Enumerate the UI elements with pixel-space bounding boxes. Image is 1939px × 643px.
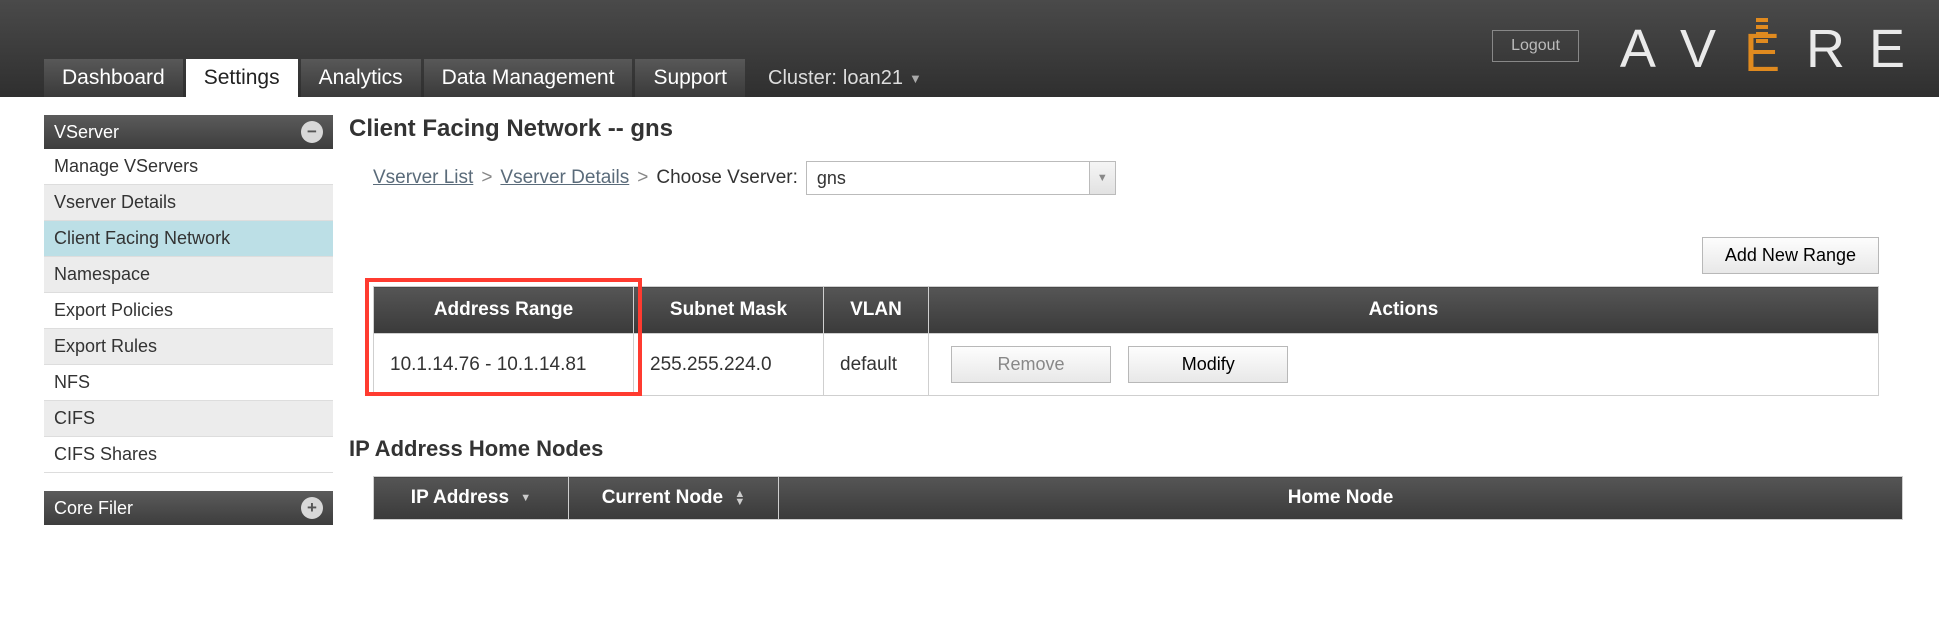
choose-vserver-label: Choose Vserver: bbox=[656, 167, 798, 189]
expand-icon: + bbox=[301, 497, 323, 519]
breadcrumb: Vserver List > Vserver Details > Choose … bbox=[373, 161, 1879, 195]
brand-letter-v: V bbox=[1680, 18, 1718, 80]
page-title: Client Facing Network -- gns bbox=[349, 115, 1879, 143]
tab-data-management[interactable]: Data Management bbox=[424, 59, 633, 97]
col-home-node[interactable]: Home Node bbox=[779, 477, 1903, 520]
modify-button[interactable]: Modify bbox=[1128, 346, 1288, 383]
sidebar-item-namespace[interactable]: Namespace bbox=[44, 257, 333, 293]
cluster-label-text: Cluster: bbox=[768, 67, 837, 90]
col-actions: Actions bbox=[929, 287, 1879, 334]
chevron-down-icon: ▼ bbox=[1089, 162, 1115, 194]
sidebar-item-cifs-shares[interactable]: CIFS Shares bbox=[44, 437, 333, 473]
tab-dashboard[interactable]: Dashboard bbox=[44, 59, 183, 97]
address-range-section: Address Range Subnet Mask VLAN Actions 1… bbox=[373, 286, 1879, 396]
brand-letter-e-mid: E bbox=[1740, 18, 1784, 80]
ip-home-nodes-table: IP Address ▼ Current Node ▲▼ Home Node bbox=[373, 476, 1903, 520]
col-ip-address[interactable]: IP Address ▼ bbox=[374, 477, 569, 520]
cluster-name: loan21 bbox=[843, 67, 903, 90]
header-bar: Logout A V E R E Dashboard Settings Anal… bbox=[0, 0, 1939, 97]
ip-home-nodes-title: IP Address Home Nodes bbox=[349, 436, 1879, 462]
tab-support[interactable]: Support bbox=[635, 59, 745, 97]
sidebar-item-export-policies[interactable]: Export Policies bbox=[44, 293, 333, 329]
col-subnet-mask: Subnet Mask bbox=[634, 287, 824, 334]
sidebar-item-manage-vservers[interactable]: Manage VServers bbox=[44, 149, 333, 185]
breadcrumb-vserver-list[interactable]: Vserver List bbox=[373, 167, 473, 189]
brand-logo: A V E R E bbox=[1620, 18, 1907, 80]
sidebar-group-core-filer[interactable]: Core Filer + bbox=[44, 491, 333, 525]
chevron-down-icon: ▼ bbox=[909, 71, 922, 86]
cell-address-range: 10.1.14.76 - 10.1.14.81 bbox=[374, 334, 634, 396]
content: VServer − Manage VServers Vserver Detail… bbox=[0, 97, 1939, 525]
col-vlan: VLAN bbox=[824, 287, 929, 334]
cell-subnet-mask: 255.255.224.0 bbox=[634, 334, 824, 396]
sidebar-item-nfs[interactable]: NFS bbox=[44, 365, 333, 401]
sort-icon: ▼ bbox=[520, 494, 531, 502]
vserver-select-value: gns bbox=[817, 168, 846, 189]
col-current-node[interactable]: Current Node ▲▼ bbox=[569, 477, 779, 520]
cluster-selector[interactable]: Cluster: loan21 ▼ bbox=[768, 60, 922, 97]
collapse-icon: − bbox=[301, 121, 323, 143]
cell-actions: Remove Modify bbox=[929, 334, 1879, 396]
sidebar-item-vserver-details[interactable]: Vserver Details bbox=[44, 185, 333, 221]
sort-icon: ▲▼ bbox=[734, 490, 745, 506]
sidebar-group-label: Core Filer bbox=[54, 498, 133, 519]
logout-button[interactable]: Logout bbox=[1492, 30, 1579, 62]
add-new-range-button[interactable]: Add New Range bbox=[1702, 237, 1879, 274]
table-row: 10.1.14.76 - 10.1.14.81 255.255.224.0 de… bbox=[374, 334, 1879, 396]
address-range-table: Address Range Subnet Mask VLAN Actions 1… bbox=[373, 286, 1879, 396]
main-panel: Client Facing Network -- gns Vserver Lis… bbox=[333, 97, 1939, 525]
brand-letter-e: E bbox=[1869, 18, 1907, 80]
breadcrumb-sep: > bbox=[637, 167, 648, 189]
sidebar-group-label: VServer bbox=[54, 122, 119, 143]
sidebar-item-client-facing-network[interactable]: Client Facing Network bbox=[44, 221, 333, 257]
sidebar-item-cifs[interactable]: CIFS bbox=[44, 401, 333, 437]
sidebar-group-vserver[interactable]: VServer − bbox=[44, 115, 333, 149]
sidebar: VServer − Manage VServers Vserver Detail… bbox=[0, 97, 333, 525]
remove-button[interactable]: Remove bbox=[951, 346, 1111, 383]
sidebar-item-export-rules[interactable]: Export Rules bbox=[44, 329, 333, 365]
vserver-select[interactable]: gns ▼ bbox=[806, 161, 1116, 195]
main-tabs: Dashboard Settings Analytics Data Manage… bbox=[44, 59, 922, 97]
brand-letter-r: R bbox=[1806, 18, 1847, 80]
cell-vlan: default bbox=[824, 334, 929, 396]
tab-settings[interactable]: Settings bbox=[186, 59, 298, 97]
breadcrumb-sep: > bbox=[481, 167, 492, 189]
brand-letter-a: A bbox=[1620, 18, 1658, 80]
add-range-row: Add New Range bbox=[349, 237, 1879, 274]
tab-analytics[interactable]: Analytics bbox=[301, 59, 421, 97]
col-address-range: Address Range bbox=[374, 287, 634, 334]
breadcrumb-vserver-details[interactable]: Vserver Details bbox=[500, 167, 629, 189]
